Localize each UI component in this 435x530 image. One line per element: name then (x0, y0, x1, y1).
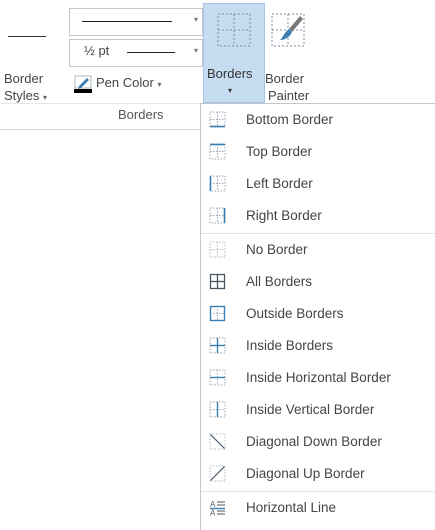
menu-item-label: Bottom Border (246, 112, 334, 127)
border-painter-button[interactable]: Border Painter (262, 8, 324, 103)
inside-vertical-border-icon (209, 401, 226, 418)
menu-item-bottom-border[interactable]: Bottom Border (201, 104, 435, 136)
chevron-down-icon: ▾ (193, 15, 198, 24)
line-weight-dropdown[interactable]: ½ pt ▾ (69, 39, 203, 67)
borders-label: Borders (207, 66, 253, 81)
border-painter-label-1: Border (265, 71, 305, 86)
menu-item-label: Diagonal Up Border (246, 466, 365, 481)
menu-item-label: Horizontal Line (246, 500, 337, 515)
pen-color-label: Pen Color ▾ (96, 75, 162, 90)
group-label: Borders (118, 107, 164, 122)
menu-item-no-border[interactable]: No Border (201, 234, 435, 266)
menu-item-diagonal-up-border[interactable]: Diagonal Up Border (201, 458, 435, 490)
menu-item-left-border[interactable]: Left Border (201, 168, 435, 200)
ribbon-bottom-line (0, 129, 205, 130)
line-style-dropdown[interactable]: ▾ (69, 8, 203, 36)
menu-item-label: Inside Horizontal Border (246, 370, 391, 385)
menu-item-inside-vertical-border[interactable]: Inside Vertical Border (201, 394, 435, 426)
svg-text:A: A (210, 509, 216, 517)
menu-item-top-border[interactable]: Top Border (201, 136, 435, 168)
menu-item-label: Outside Borders (246, 306, 344, 321)
top-border-icon (209, 143, 226, 160)
menu-item-all-borders[interactable]: All Borders (201, 266, 435, 298)
bottom-border-icon (209, 111, 226, 128)
menu-item-label: All Borders (246, 274, 313, 289)
chevron-down-icon: ▾ (43, 93, 48, 102)
line-weight-value: ½ pt (84, 43, 110, 58)
left-border-icon (209, 175, 226, 192)
border-painter-icon (271, 13, 305, 47)
inside-borders-icon (209, 337, 226, 354)
borders-button[interactable]: Borders ▾ (203, 3, 265, 103)
group-separator (0, 103, 205, 104)
menu-item-label: No Border (246, 242, 308, 257)
pen-icon (74, 75, 92, 93)
menu-item-label: Diagonal Down Border (246, 434, 382, 449)
border-styles-label-1: Border (4, 71, 44, 86)
menu-item-label: Left Border (246, 176, 313, 191)
line-sample-icon (8, 36, 46, 37)
menu-item-label: Top Border (246, 144, 313, 159)
line-style-sample (82, 21, 172, 22)
chevron-down-icon: ▾ (193, 46, 198, 55)
menu-item-label: Inside Borders (246, 338, 334, 353)
all-borders-icon (209, 273, 226, 290)
border-styles-label-2: Styles ▾ (4, 88, 48, 103)
no-border-icon (209, 241, 226, 258)
menu-item-outside-borders[interactable]: Outside Borders (201, 298, 435, 330)
outside-borders-icon (209, 305, 226, 322)
chevron-down-icon: ▾ (228, 86, 233, 95)
line-weight-sample (127, 52, 175, 53)
borders-grid-icon (217, 13, 251, 47)
horizontal-line-icon: AA (210, 500, 225, 517)
menu-item-inside-borders[interactable]: Inside Borders (201, 330, 435, 362)
menu-item-label: Right Border (246, 208, 322, 223)
menu-item-label: Inside Vertical Border (246, 402, 375, 417)
diagonal-down-border-icon (209, 433, 226, 450)
menu-item-diagonal-down-border[interactable]: Diagonal Down Border (201, 426, 435, 458)
menu-item-horizontal-line[interactable]: AA Horizontal Line (201, 492, 435, 524)
border-styles-button[interactable]: Border Styles ▾ (2, 8, 66, 103)
inside-horizontal-border-icon (209, 369, 226, 386)
border-painter-label-2: Painter (268, 88, 310, 103)
chevron-down-icon: ▾ (157, 80, 162, 89)
right-border-icon (209, 207, 226, 224)
borders-dropdown-menu: Bottom Border Top Border Left Border Rig… (200, 103, 435, 530)
diagonal-up-border-icon (209, 465, 226, 482)
menu-item-inside-horizontal-border[interactable]: Inside Horizontal Border (201, 362, 435, 394)
menu-item-right-border[interactable]: Right Border (201, 200, 435, 232)
